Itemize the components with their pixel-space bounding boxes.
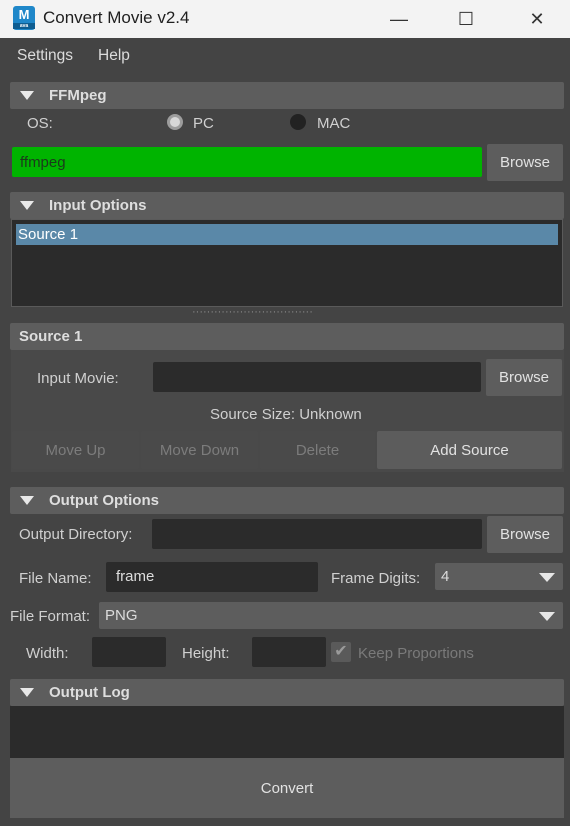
height-field[interactable] — [252, 637, 326, 667]
source-section-title: Source 1 — [19, 328, 83, 345]
output-options-title: Output Options — [49, 492, 159, 509]
frame-digits-label: Frame Digits: — [331, 570, 421, 587]
source-list-item[interactable]: Source 1 — [16, 224, 558, 245]
file-format-value: PNG — [105, 607, 138, 624]
output-directory-browse-button[interactable]: Browse — [487, 516, 563, 553]
os-pc-label: PC — [193, 115, 214, 132]
collapse-arrow-icon — [20, 91, 34, 100]
output-log-header[interactable]: Output Log — [10, 679, 564, 706]
minimize-icon: — — [390, 8, 408, 29]
ffmpeg-path-input[interactable]: ffmpeg — [12, 147, 482, 177]
ffmpeg-section-header[interactable]: FFMpeg — [10, 82, 564, 109]
collapse-arrow-icon — [20, 496, 34, 505]
splitter-handle[interactable]: ································· — [192, 306, 313, 318]
collapse-arrow-icon — [20, 688, 34, 697]
file-name-field[interactable]: frame — [106, 562, 318, 592]
ffmpeg-section-title: FFMpeg — [49, 87, 107, 104]
source-size-text: Source Size: Unknown — [210, 406, 362, 423]
file-name-label: File Name: — [19, 570, 92, 587]
file-format-label: File Format: — [10, 608, 91, 625]
input-options-title: Input Options — [49, 197, 147, 214]
input-movie-field[interactable] — [153, 362, 481, 392]
width-label: Width: — [26, 645, 69, 662]
ffmpeg-browse-button[interactable]: Browse — [487, 144, 563, 181]
close-icon: ✕ — [529, 8, 545, 29]
output-directory-field[interactable] — [152, 519, 482, 549]
output-options-header[interactable]: Output Options — [10, 487, 564, 514]
chevron-down-icon — [539, 612, 555, 621]
input-movie-browse-button[interactable]: Browse — [486, 359, 562, 396]
output-log-title: Output Log — [49, 684, 130, 701]
os-pc-radio[interactable] — [167, 114, 183, 130]
os-mac-label: MAC — [317, 115, 351, 132]
close-button[interactable]: ✕ — [514, 0, 560, 38]
menu-bar — [0, 38, 570, 74]
move-up-button[interactable]: Move Up — [12, 431, 139, 469]
check-icon: ✔ — [334, 643, 348, 660]
file-format-select[interactable]: PNG — [99, 602, 563, 629]
window-title: Convert Movie v2.4 — [43, 8, 190, 27]
maximize-icon: ☐ — [457, 8, 475, 29]
frame-digits-select[interactable]: 4 — [435, 563, 563, 590]
add-source-button[interactable]: Add Source — [377, 431, 562, 469]
file-name-value: frame — [116, 568, 155, 585]
frame-digits-value: 4 — [441, 568, 450, 585]
source-section-header: Source 1 — [10, 323, 564, 350]
menu-help[interactable]: Help — [98, 47, 130, 65]
minimize-button[interactable]: — — [376, 0, 422, 38]
output-log-area[interactable] — [10, 706, 564, 758]
move-down-button[interactable]: Move Down — [141, 431, 258, 469]
collapse-arrow-icon — [20, 201, 34, 210]
delete-button[interactable]: Delete — [260, 431, 375, 469]
chevron-down-icon — [539, 573, 555, 582]
keep-proportions-label: Keep Proportions — [358, 645, 474, 662]
height-label: Height: — [182, 645, 230, 662]
app-icon: Mava — [13, 6, 35, 30]
input-movie-label: Input Movie: — [37, 370, 119, 387]
ffmpeg-path-value: ffmpeg — [20, 154, 66, 171]
menu-settings[interactable]: Settings — [17, 47, 73, 65]
source-list[interactable]: Source 1 — [11, 219, 563, 307]
width-field[interactable] — [92, 637, 166, 667]
keep-proportions-checkbox[interactable]: ✔ — [331, 642, 351, 662]
app-icon-sublabel: ava — [13, 23, 35, 29]
maximize-button[interactable]: ☐ — [443, 0, 489, 38]
os-mac-radio[interactable] — [290, 114, 306, 130]
convert-button[interactable]: Convert — [10, 758, 564, 818]
os-label: OS: — [27, 115, 53, 132]
output-directory-label: Output Directory: — [19, 526, 133, 543]
input-options-header[interactable]: Input Options — [10, 192, 564, 219]
